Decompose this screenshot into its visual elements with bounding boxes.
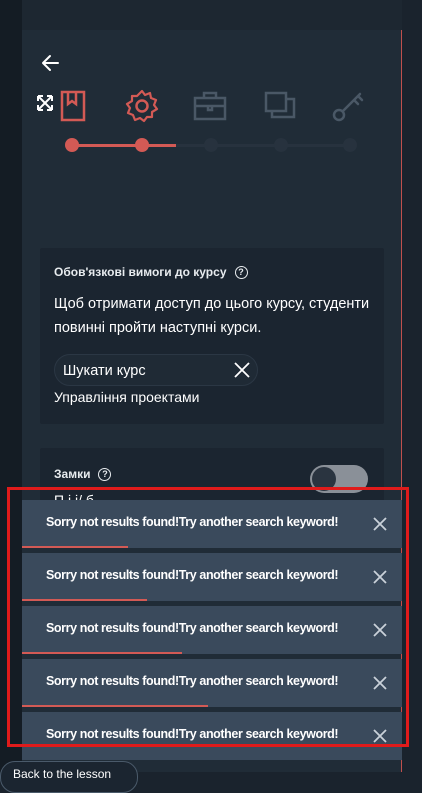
step-dot-1[interactable]	[65, 138, 79, 152]
back-arrow-icon[interactable]	[40, 52, 62, 74]
course-search	[54, 354, 258, 386]
back-to-lesson-button[interactable]: Back to the lesson	[0, 761, 138, 793]
panel-topbar	[22, 0, 402, 30]
help-icon[interactable]: ?	[98, 468, 112, 481]
step-dot-4[interactable]	[274, 138, 288, 152]
course-search-input[interactable]	[61, 359, 235, 383]
key-icon[interactable]	[330, 88, 366, 124]
highlight-box	[7, 487, 409, 747]
copy-icon[interactable]	[262, 88, 298, 124]
locks-title: Замки?	[54, 467, 112, 481]
gear-icon[interactable]	[124, 88, 160, 124]
prerequisites-title: Обов'язкові вимоги до курсу?	[54, 265, 248, 279]
clear-search-icon[interactable]	[233, 361, 251, 379]
search-result-item[interactable]: Управління проектами	[54, 389, 199, 405]
help-icon[interactable]: ?	[234, 266, 248, 279]
step-track-line	[176, 144, 352, 147]
locks-title-text: Замки	[54, 467, 91, 481]
briefcase-icon[interactable]	[192, 88, 228, 124]
prerequisites-title-text: Обов'язкові вимоги до курсу	[54, 265, 227, 279]
expand-icon[interactable]	[36, 94, 54, 112]
step-dot-2[interactable]	[135, 138, 149, 152]
step-dot-5[interactable]	[343, 138, 357, 152]
prerequisites-description: Щоб отримати доступ до цього курсу, студ…	[54, 296, 370, 336]
book-icon[interactable]	[56, 88, 92, 124]
step-dot-3[interactable]	[204, 138, 218, 152]
step-progress-line	[72, 144, 176, 147]
back-to-lesson-label: Back to the lesson	[13, 767, 112, 781]
prerequisites-card: Обов'язкові вимоги до курсу? Щоб отримат…	[40, 248, 384, 424]
